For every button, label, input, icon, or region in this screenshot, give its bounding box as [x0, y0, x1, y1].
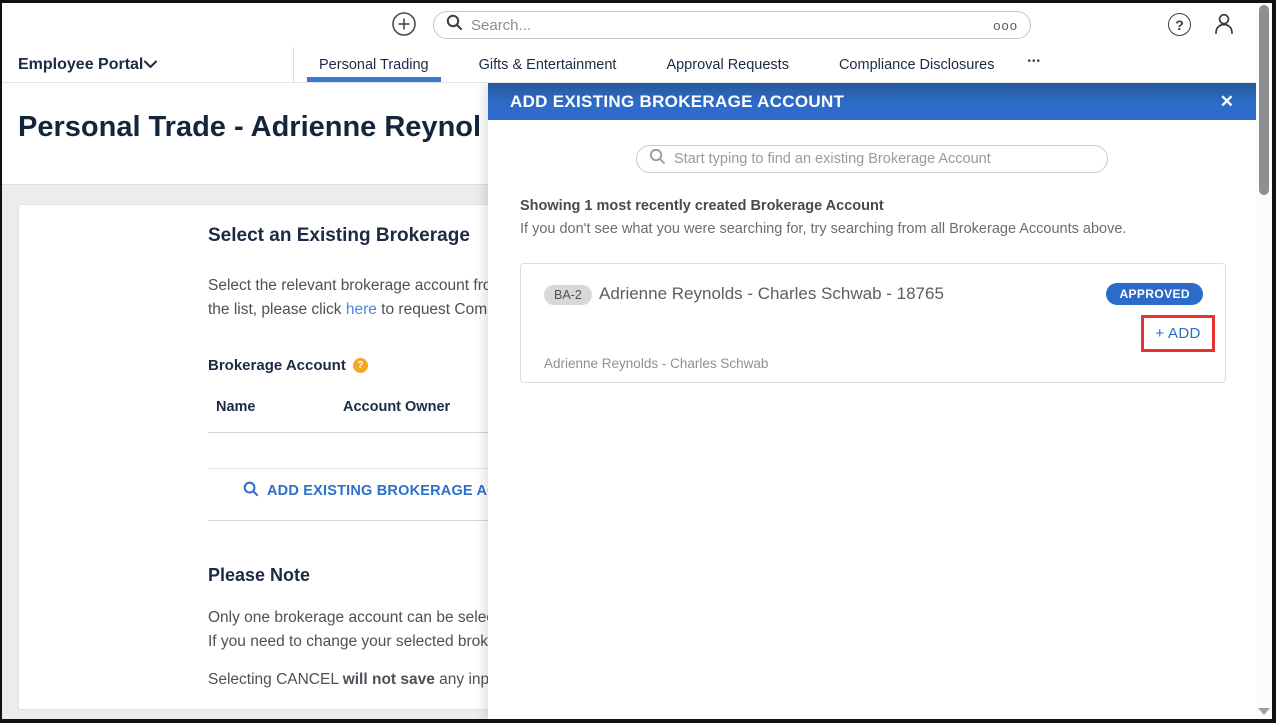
here-link[interactable]: here: [346, 301, 377, 318]
results-hint: If you don't see what you were searching…: [520, 221, 1126, 237]
tab-personal-trading[interactable]: Personal Trading: [294, 47, 454, 82]
column-header-name: Name: [216, 399, 256, 415]
search-icon: [243, 481, 259, 501]
scrollbar-thumb[interactable]: [1259, 5, 1269, 195]
please-note-text: Only one brokerage account can be select…: [208, 606, 498, 654]
brokerage-result-card: BA-2 Adrienne Reynolds - Charles Schwab …: [520, 263, 1226, 383]
search-icon: [446, 14, 463, 36]
modal-search: [636, 145, 1108, 173]
active-tab-underline: [307, 77, 441, 82]
field-help-icon[interactable]: ?: [353, 358, 368, 373]
main-area: Personal Trade - Adrienne Reynol Select …: [2, 83, 1272, 719]
please-note-heading: Please Note: [208, 565, 310, 586]
modal-search-input[interactable]: [674, 151, 1095, 167]
tab-label: Approval Requests: [666, 57, 789, 73]
plus-circle-icon: [391, 11, 417, 40]
section-description: Select the relevant brokerage account fr…: [208, 274, 499, 322]
result-subtitle: Adrienne Reynolds - Charles Schwab: [544, 356, 768, 371]
vertical-scrollbar: [1256, 3, 1272, 719]
add-button-highlight: + ADD: [1141, 315, 1215, 352]
add-new-button[interactable]: [390, 12, 417, 39]
search-options-button[interactable]: ooo: [993, 18, 1018, 33]
close-icon[interactable]: ✕: [1220, 93, 1234, 110]
tab-label: Personal Trading: [319, 57, 429, 73]
add-existing-brokerage-label: ADD EXISTING BROKERAGE AC: [267, 483, 498, 499]
tab-label: Gifts & Entertainment: [479, 57, 617, 73]
add-existing-brokerage-link[interactable]: ADD EXISTING BROKERAGE AC: [243, 481, 498, 501]
chevron-down-icon: [143, 56, 158, 74]
status-badge: APPROVED: [1106, 283, 1203, 305]
app-window: ooo ? Employee Portal Personal Trading G…: [2, 3, 1272, 719]
help-button[interactable]: ?: [1166, 11, 1193, 38]
tab-approval-requests[interactable]: Approval Requests: [641, 47, 814, 82]
tab-compliance-disclosures[interactable]: Compliance Disclosures: [814, 47, 1020, 82]
global-search: ooo: [433, 11, 1031, 39]
more-tabs-button[interactable]: •••: [1019, 41, 1049, 82]
tab-label: Compliance Disclosures: [839, 57, 995, 73]
user-menu-button[interactable]: [1210, 11, 1238, 39]
scrollbar-down-arrow[interactable]: [1258, 708, 1270, 715]
add-button[interactable]: + ADD: [1155, 325, 1200, 342]
column-header-owner: Account Owner: [343, 399, 450, 415]
help-icon: ?: [1168, 13, 1191, 36]
tab-gifts-entertainment[interactable]: Gifts & Entertainment: [454, 47, 642, 82]
note-line-1: Only one brokerage account can be select: [208, 606, 498, 630]
global-search-input[interactable]: [471, 17, 993, 34]
brokerage-account-field: Brokerage Account ?: [208, 357, 368, 374]
record-id-badge: BA-2: [544, 285, 592, 305]
portal-dropdown-label: Employee Portal: [18, 56, 143, 74]
section-heading: Select an Existing Brokerage: [208, 225, 470, 247]
search-icon: [649, 148, 666, 170]
result-title: Adrienne Reynolds - Charles Schwab - 187…: [599, 284, 944, 304]
description-line-2: the list, please click here to request C…: [208, 298, 499, 322]
modal-title: ADD EXISTING BROKERAGE ACCOUNT: [488, 92, 844, 112]
note-line-3: Selecting CANCEL will not save any input: [208, 668, 502, 692]
user-icon: [1211, 11, 1237, 40]
top-bar: ooo ?: [2, 3, 1272, 47]
results-summary: Showing 1 most recently created Brokerag…: [520, 198, 884, 214]
ellipsis-icon: •••: [1027, 56, 1041, 67]
nav-bar: Employee Portal Personal Trading Gifts &…: [2, 47, 1272, 83]
description-line-1: Select the relevant brokerage account fr…: [208, 274, 499, 298]
field-label: Brokerage Account: [208, 357, 346, 374]
note-line-2: If you need to change your selected brok…: [208, 630, 498, 654]
portal-dropdown[interactable]: Employee Portal: [2, 47, 294, 82]
modal-header: ADD EXISTING BROKERAGE ACCOUNT ✕: [488, 83, 1256, 120]
add-brokerage-modal: ADD EXISTING BROKERAGE ACCOUNT ✕ Showing…: [488, 83, 1256, 719]
